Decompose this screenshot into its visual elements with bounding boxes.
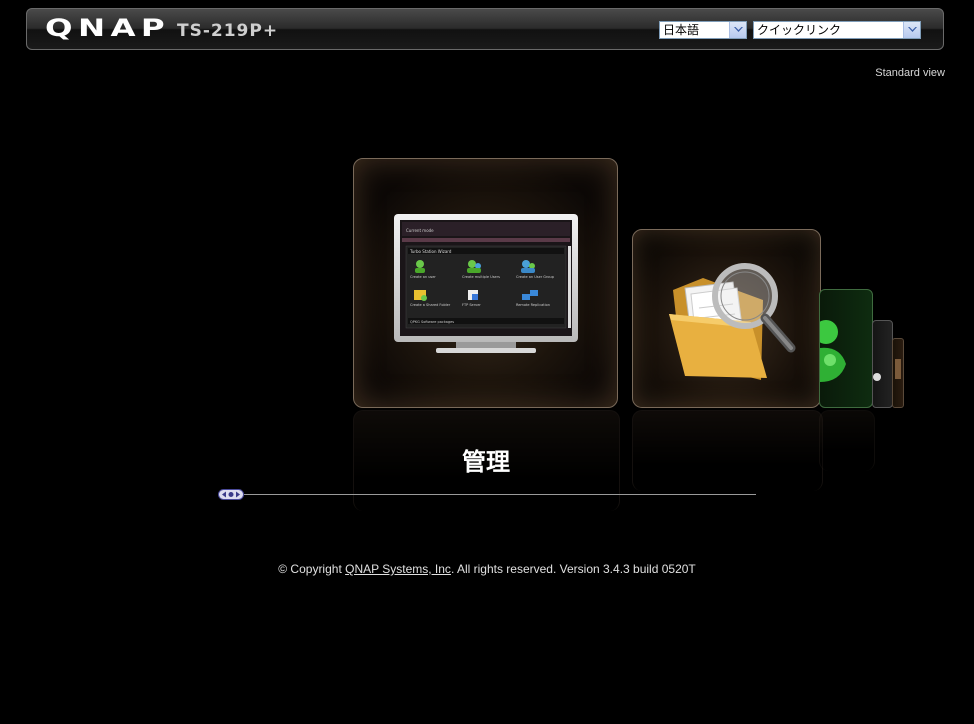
chevron-down-icon[interactable] [729, 22, 746, 38]
tile-reflection [819, 410, 875, 471]
carousel-item-file-station[interactable] [632, 229, 821, 408]
top-bar: QNAP TS-219P+ 日本語 クイックリンク [26, 8, 944, 50]
carousel-scrollbar-track[interactable] [244, 494, 756, 495]
copyright-prefix: © Copyright [278, 562, 346, 576]
monitor-item-label: Create an User Group [516, 275, 555, 279]
carousel-caption: 管理 [462, 448, 510, 476]
carousel-item-app-4[interactable] [872, 320, 893, 408]
app-icon [873, 373, 881, 381]
copyright-suffix: . All rights reserved. Version 3.4.3 bui… [450, 562, 696, 576]
monitor-item-label: Create multiple Users [462, 275, 500, 279]
monitor-icon: Current mode Turbo Station Wizard Create… [394, 214, 578, 353]
app-icon [895, 359, 901, 379]
monitor-item-label: Create an user [410, 275, 436, 279]
monitor-item-label: Remote Replication [516, 303, 550, 307]
carousel-scroll-handle[interactable] [218, 489, 244, 500]
tile-reflection [632, 410, 823, 491]
folder-search-icon [669, 263, 796, 380]
model-name: TS-219P+ [177, 21, 279, 41]
standard-view-link[interactable]: Standard view [875, 67, 945, 79]
company-link[interactable]: QNAP Systems, Inc [345, 562, 451, 576]
monitor-item-label: FTP Server [462, 303, 481, 307]
qnap-logo: QNAP [45, 14, 171, 42]
quicklink-select-value: クイックリンク [757, 23, 842, 37]
quicklink-select[interactable]: クイックリンク [753, 21, 921, 39]
chevron-down-icon[interactable] [903, 22, 920, 38]
monitor-tab-label: Current mode [406, 228, 434, 233]
language-select-value: 日本語 [663, 23, 700, 37]
language-select[interactable]: 日本語 [659, 21, 747, 39]
footer: © Copyright QNAP Systems, Inc. All right… [0, 562, 974, 576]
carousel-item-app-5[interactable] [892, 338, 904, 408]
monitor-wizard-title: Turbo Station Wizard [409, 249, 452, 254]
monitor-footer-label: QPKG Software packages [410, 320, 454, 324]
green-app-icon [820, 320, 846, 382]
carousel-item-download-station[interactable] [819, 289, 873, 408]
monitor-item-label: Create a Shared Folder [410, 303, 451, 307]
carousel-item-administration[interactable]: Current mode Turbo Station Wizard Create… [353, 158, 618, 408]
